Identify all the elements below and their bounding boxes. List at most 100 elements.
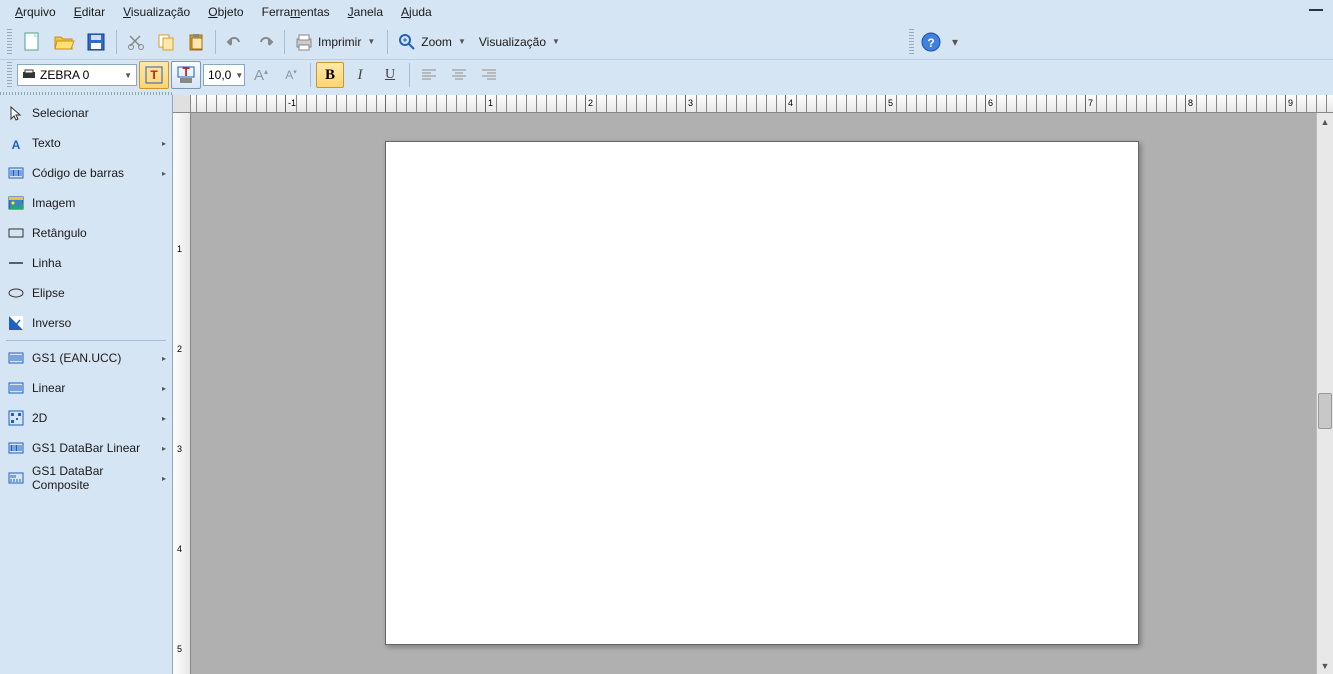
separator [310, 63, 311, 87]
tool-label: Código de barras [32, 166, 124, 180]
separator [6, 340, 166, 341]
svg-text:?: ? [927, 36, 934, 50]
zoom-button[interactable]: Zoom▼ [393, 28, 473, 56]
printer-icon [294, 32, 314, 52]
tool-gs1-ean[interactable]: GS1 (EAN.UCC)▸ [0, 343, 172, 373]
separator [284, 30, 285, 54]
menu-ferramentas[interactable]: Ferramentas [253, 1, 339, 23]
undo-button[interactable] [221, 28, 249, 56]
tool-rectangle[interactable]: Retângulo [0, 218, 172, 248]
tool-inverse[interactable]: Inverso [0, 308, 172, 338]
align-right-icon [481, 68, 497, 82]
vertical-ruler[interactable]: 1 2 3 4 5 [173, 113, 191, 674]
menu-objeto[interactable]: Objeto [199, 1, 252, 23]
scroll-down-arrow[interactable]: ▼ [1317, 657, 1333, 674]
printer-name: ZEBRA 0 [40, 68, 89, 82]
tool-image[interactable]: Imagem [0, 188, 172, 218]
copy-button[interactable] [152, 28, 180, 56]
printer-combo[interactable]: ZEBRA 0▼ [17, 64, 137, 86]
open-button[interactable] [49, 28, 79, 56]
separator [387, 30, 388, 54]
undo-icon [225, 34, 245, 50]
inverse-icon [8, 315, 24, 331]
tool-label: Texto [32, 136, 61, 150]
scroll-up-arrow[interactable]: ▲ [1317, 113, 1333, 130]
align-left-button[interactable] [415, 62, 443, 88]
ellipse-icon [8, 285, 24, 301]
printer-small-icon [22, 69, 36, 81]
qr-icon [8, 410, 24, 426]
open-folder-icon [53, 31, 75, 53]
paste-icon [186, 32, 206, 52]
font-grow-icon: A▴ [254, 67, 268, 84]
redo-button[interactable] [251, 28, 279, 56]
menu-bar: AArquivorquivo Editar Visualização Objet… [0, 0, 1333, 24]
horizontal-ruler[interactable]: -1 1 2 3 4 5 6 7 8 9 [191, 95, 1333, 113]
font-grow-button[interactable]: A▴ [247, 62, 275, 88]
fontsize-combo[interactable]: 10,0▼ [203, 64, 245, 86]
bold-button[interactable]: B [316, 62, 344, 88]
zoom-label: Zoom [421, 35, 452, 49]
help-icon: ? [920, 31, 942, 53]
text-print-icon: T [177, 66, 195, 84]
menu-arquivo[interactable]: AArquivorquivo [6, 1, 65, 23]
copy-icon [156, 32, 176, 52]
image-icon [8, 195, 24, 211]
underline-button[interactable]: U [376, 62, 404, 88]
align-left-icon [421, 68, 437, 82]
main-toolbar: Imprimir▼ Zoom▼ Visualização▼ ? ▾ [0, 24, 1333, 60]
cut-button[interactable] [122, 28, 150, 56]
toolbar-grip[interactable] [7, 29, 12, 55]
rectangle-icon [8, 225, 24, 241]
format-toolbar: ZEBRA 0▼ T T 10,0▼ A▴ A▾ B I U [0, 60, 1333, 90]
redo-icon [255, 34, 275, 50]
paste-button[interactable] [182, 28, 210, 56]
tool-label: Elipse [32, 286, 65, 300]
text-mode-2-button[interactable]: T [171, 61, 201, 89]
tool-select[interactable]: Selecionar [0, 98, 172, 128]
print-button[interactable]: Imprimir▼ [290, 28, 382, 56]
tool-databar-linear[interactable]: GS1 DataBar Linear▸ [0, 433, 172, 463]
tool-linear[interactable]: Linear▸ [0, 373, 172, 403]
toolbar-grip[interactable] [909, 29, 914, 55]
italic-icon: I [358, 67, 363, 84]
vertical-scrollbar[interactable]: ▲ ▼ [1316, 113, 1333, 674]
databar-comp-icon [8, 470, 24, 486]
tool-text[interactable]: ATexto▸ [0, 128, 172, 158]
toolbar-grip[interactable] [7, 62, 12, 88]
label-page[interactable] [385, 141, 1139, 645]
menu-editar[interactable]: Editar [65, 1, 114, 23]
help-button[interactable]: ? [916, 28, 946, 56]
tool-line[interactable]: Linha [0, 248, 172, 278]
tool-ellipse[interactable]: Elipse [0, 278, 172, 308]
new-button[interactable] [17, 28, 47, 56]
tools-sidebar: Selecionar ATexto▸ Código de barras▸ Ima… [0, 95, 172, 674]
scroll-thumb[interactable] [1318, 393, 1332, 429]
canvas-viewport[interactable] [191, 113, 1316, 674]
menu-ajuda[interactable]: Ajuda [392, 1, 441, 23]
ruler-corner [173, 95, 191, 113]
text-icon: A [8, 135, 24, 151]
menu-janela[interactable]: Janela [339, 1, 392, 23]
align-right-button[interactable] [475, 62, 503, 88]
save-button[interactable] [81, 28, 111, 56]
menu-visualizacao[interactable]: Visualização [114, 1, 199, 23]
minimize-button[interactable] [1309, 8, 1323, 11]
tool-2d[interactable]: 2D▸ [0, 403, 172, 433]
separator [215, 30, 216, 54]
tool-databar-composite[interactable]: GS1 DataBar Composite▸ [0, 463, 172, 493]
help-dropdown[interactable]: ▾ [952, 35, 958, 49]
align-center-icon [451, 68, 467, 82]
separator [409, 63, 410, 87]
font-shrink-button[interactable]: A▾ [277, 62, 305, 88]
text-mode-icon: T [145, 66, 163, 84]
new-file-icon [21, 31, 43, 53]
view-button[interactable]: Visualização▼ [475, 28, 567, 56]
tool-label: Inverso [32, 316, 71, 330]
tool-barcode[interactable]: Código de barras▸ [0, 158, 172, 188]
italic-button[interactable]: I [346, 62, 374, 88]
text-mode-1-button[interactable]: T [139, 61, 169, 89]
tool-label: Linear [32, 381, 65, 395]
barcode-icon [8, 380, 24, 396]
align-center-button[interactable] [445, 62, 473, 88]
